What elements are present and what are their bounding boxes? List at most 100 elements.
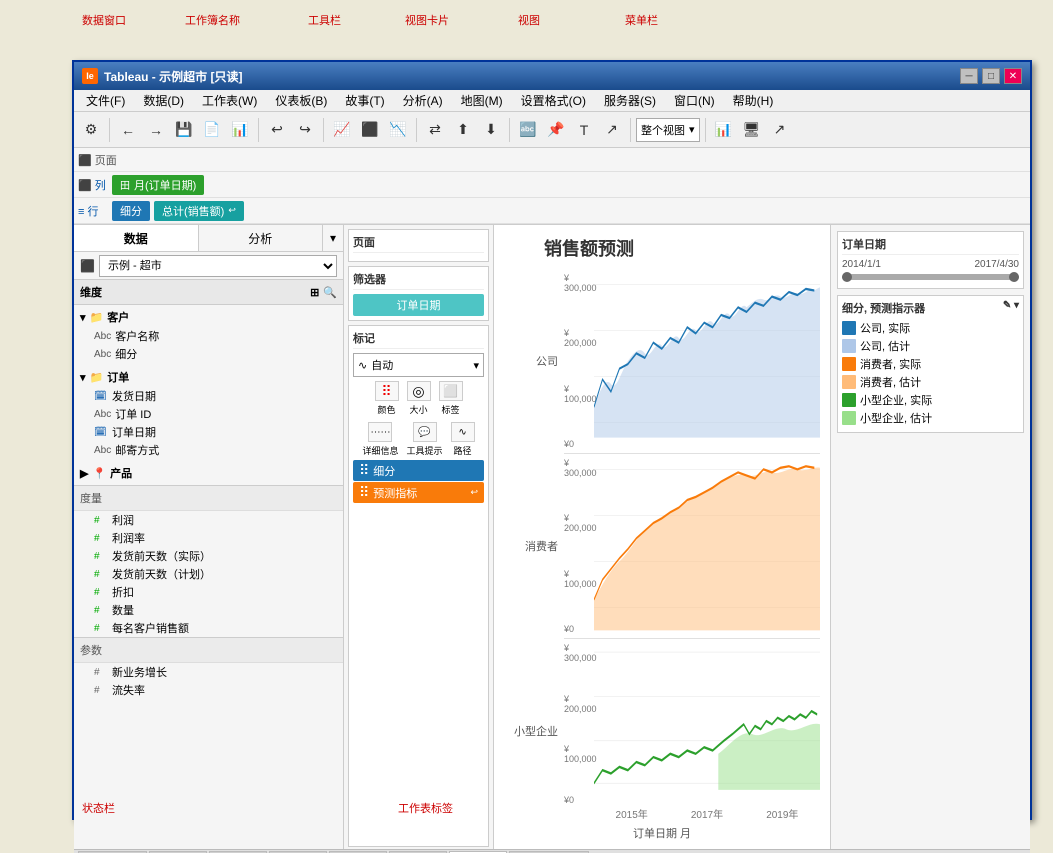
marks-size-btn[interactable]: ◎ 大小 [407, 381, 431, 416]
toolbar-chart2[interactable]: ⬛ [357, 117, 383, 143]
hash-icon-7: # [94, 623, 108, 634]
group-customer-label: 客户 [107, 309, 129, 325]
toolbar-view-dropdown[interactable]: 整个视图 ▾ [636, 118, 700, 142]
col-pill-date-label: 月(订单日期) [134, 177, 196, 193]
row-pill-segment[interactable]: 细分 [112, 201, 150, 221]
legend-color-5 [842, 411, 856, 425]
forecast-pill-label: 预测指标 [373, 485, 417, 501]
toolbar-chart1[interactable]: 📈 [329, 117, 355, 143]
field-sales-per-customer[interactable]: # 每名客户销售额 [74, 619, 343, 637]
marks-label-btn[interactable]: ⬜ 标签 [439, 381, 463, 416]
date-slider-handle-left[interactable] [842, 272, 852, 282]
menu-dashboard[interactable]: 仪表板(B) [267, 90, 335, 111]
toolbar-customize[interactable]: ⚙ [78, 117, 104, 143]
dim-grid-icon[interactable]: ⊞ [310, 286, 319, 299]
toolbar-pointer[interactable]: ↗ [599, 117, 625, 143]
marks-color-btn[interactable]: ⠿ 颜色 [375, 381, 399, 416]
marks-detail-btn[interactable]: ⋯⋯ 详细信息 [362, 422, 398, 457]
data-source-select[interactable]: 示例 - 超市 [99, 255, 337, 277]
filters-title: 筛选器 [353, 271, 484, 290]
toolbar-sort2[interactable]: ⬇ [478, 117, 504, 143]
field-ship-mode-label: 邮寄方式 [115, 442, 159, 458]
menu-story[interactable]: 故事(T) [337, 90, 392, 111]
toolbar-share[interactable]: ↗ [767, 117, 793, 143]
menu-server[interactable]: 服务器(S) [596, 90, 664, 111]
group-customer-header[interactable]: ▾ 📁 客户 [74, 307, 343, 327]
panel-tab-arrow[interactable]: ▾ [323, 225, 343, 251]
field-churn[interactable]: # 流失率 [74, 681, 343, 699]
marks-segment-pill[interactable]: ⠿ 细分 [353, 460, 484, 481]
maximize-button[interactable]: □ [982, 68, 1000, 84]
field-churn-label: 流失率 [112, 682, 145, 698]
chart-row-0: ¥ 300,000 ¥ 200,000 ¥ 100,000 ¥0 [564, 269, 820, 454]
field-profit-rate[interactable]: # 利润率 [74, 529, 343, 547]
params-section-label: 参数 [74, 637, 343, 663]
menu-window[interactable]: 窗口(N) [666, 90, 723, 111]
field-quantity[interactable]: # 数量 [74, 601, 343, 619]
legend-edit-icon[interactable]: ✎ ▾ [1003, 300, 1019, 316]
toolbar-undo[interactable]: ↩ [264, 117, 290, 143]
tab-analysis[interactable]: 分析 [199, 225, 324, 251]
chevron-right-icon: ▶ [80, 467, 88, 480]
menu-format[interactable]: 设置格式(O) [513, 90, 594, 111]
toolbar-chart-type[interactable]: 📊 [711, 117, 737, 143]
field-segment[interactable]: Abc 细分 [74, 345, 343, 363]
group-product-header[interactable]: ▶ 📍 产品 [74, 463, 343, 483]
menu-analysis[interactable]: 分析(A) [395, 90, 451, 111]
col-pill-date[interactable]: 田 月(订单日期) [112, 175, 204, 195]
toolbar-label[interactable]: 🔤 [515, 117, 541, 143]
toolbar-sep-5 [509, 118, 510, 142]
menu-data[interactable]: 数据(D) [135, 90, 192, 111]
menu-worksheet[interactable]: 工作表(W) [194, 90, 265, 111]
row-pill-sales[interactable]: 总计(销售额) ↩ [154, 201, 244, 221]
toolbar-forward[interactable]: → [143, 117, 169, 143]
legend-label-3: 消费者, 估计 [860, 374, 921, 390]
date-slider-handle-right[interactable] [1009, 272, 1019, 282]
toolbar-redo[interactable]: ↪ [292, 117, 318, 143]
legend-title: 细分, 预测指示器 ✎ ▾ [842, 300, 1019, 316]
menu-help[interactable]: 帮助(H) [725, 90, 782, 111]
field-customer-name[interactable]: Abc 客户名称 [74, 327, 343, 345]
field-ship-date[interactable]: 🗓 发货日期 [74, 387, 343, 405]
marks-forecast-pill[interactable]: ⠿ 预测指标 ↩ [353, 482, 484, 503]
toolbar-swap[interactable]: ⇄ [422, 117, 448, 143]
toolbar-text[interactable]: T [571, 117, 597, 143]
tab-data[interactable]: 数据 [74, 225, 199, 251]
date-slider-track[interactable] [842, 274, 1019, 280]
date-filter-section: 订单日期 2014/1/1 2017/4/30 [837, 231, 1024, 289]
marks-tooltip-btn[interactable]: 💬 工具提示 [407, 422, 443, 457]
toolbar-pin[interactable]: 📌 [543, 117, 569, 143]
menu-map[interactable]: 地图(M) [453, 90, 511, 111]
field-new-biz[interactable]: # 新业务增长 [74, 663, 343, 681]
field-order-date-label: 订单日期 [112, 424, 156, 440]
toolbar-back[interactable]: ← [115, 117, 141, 143]
legend-item-5: 小型企业, 估计 [842, 410, 1019, 426]
date-start: 2014/1/1 [842, 259, 881, 270]
row-pill-segment-label: 细分 [120, 203, 142, 219]
toolbar-save[interactable]: 💾 [171, 117, 197, 143]
close-button[interactable]: ✕ [1004, 68, 1022, 84]
filter-date-pill[interactable]: 订单日期 [353, 294, 484, 316]
field-discount[interactable]: # 折扣 [74, 583, 343, 601]
tooltip-icon: 💬 [413, 422, 437, 442]
marks-type-select[interactable]: ∿ 自动 ▾ [353, 353, 484, 377]
toolbar-chart3[interactable]: 📉 [385, 117, 411, 143]
group-order-header[interactable]: ▾ 📁 订单 [74, 367, 343, 387]
menu-file[interactable]: 文件(F) [78, 90, 133, 111]
toolbar-new[interactable]: 📄 [199, 117, 225, 143]
field-ship-mode[interactable]: Abc 邮寄方式 [74, 441, 343, 459]
marks-path-btn[interactable]: ∿ 路径 [451, 422, 475, 457]
abc-icon-4: Abc [94, 445, 111, 456]
field-profit[interactable]: # 利润 [74, 511, 343, 529]
group-order-label: 订单 [107, 369, 129, 385]
field-ship-days-plan[interactable]: # 发货前天数（计划） [74, 565, 343, 583]
chevron-down-icon: ▾ [80, 311, 86, 324]
toolbar-data[interactable]: 📊 [227, 117, 253, 143]
toolbar-monitor[interactable]: 🖥 [739, 117, 765, 143]
field-order-date[interactable]: 🗓 订单日期 [74, 423, 343, 441]
minimize-button[interactable]: ─ [960, 68, 978, 84]
field-ship-days-actual[interactable]: # 发货前天数（实际） [74, 547, 343, 565]
toolbar-sort1[interactable]: ⬆ [450, 117, 476, 143]
dim-search-icon[interactable]: 🔍 [323, 286, 337, 299]
field-order-id[interactable]: Abc 订单 ID [74, 405, 343, 423]
